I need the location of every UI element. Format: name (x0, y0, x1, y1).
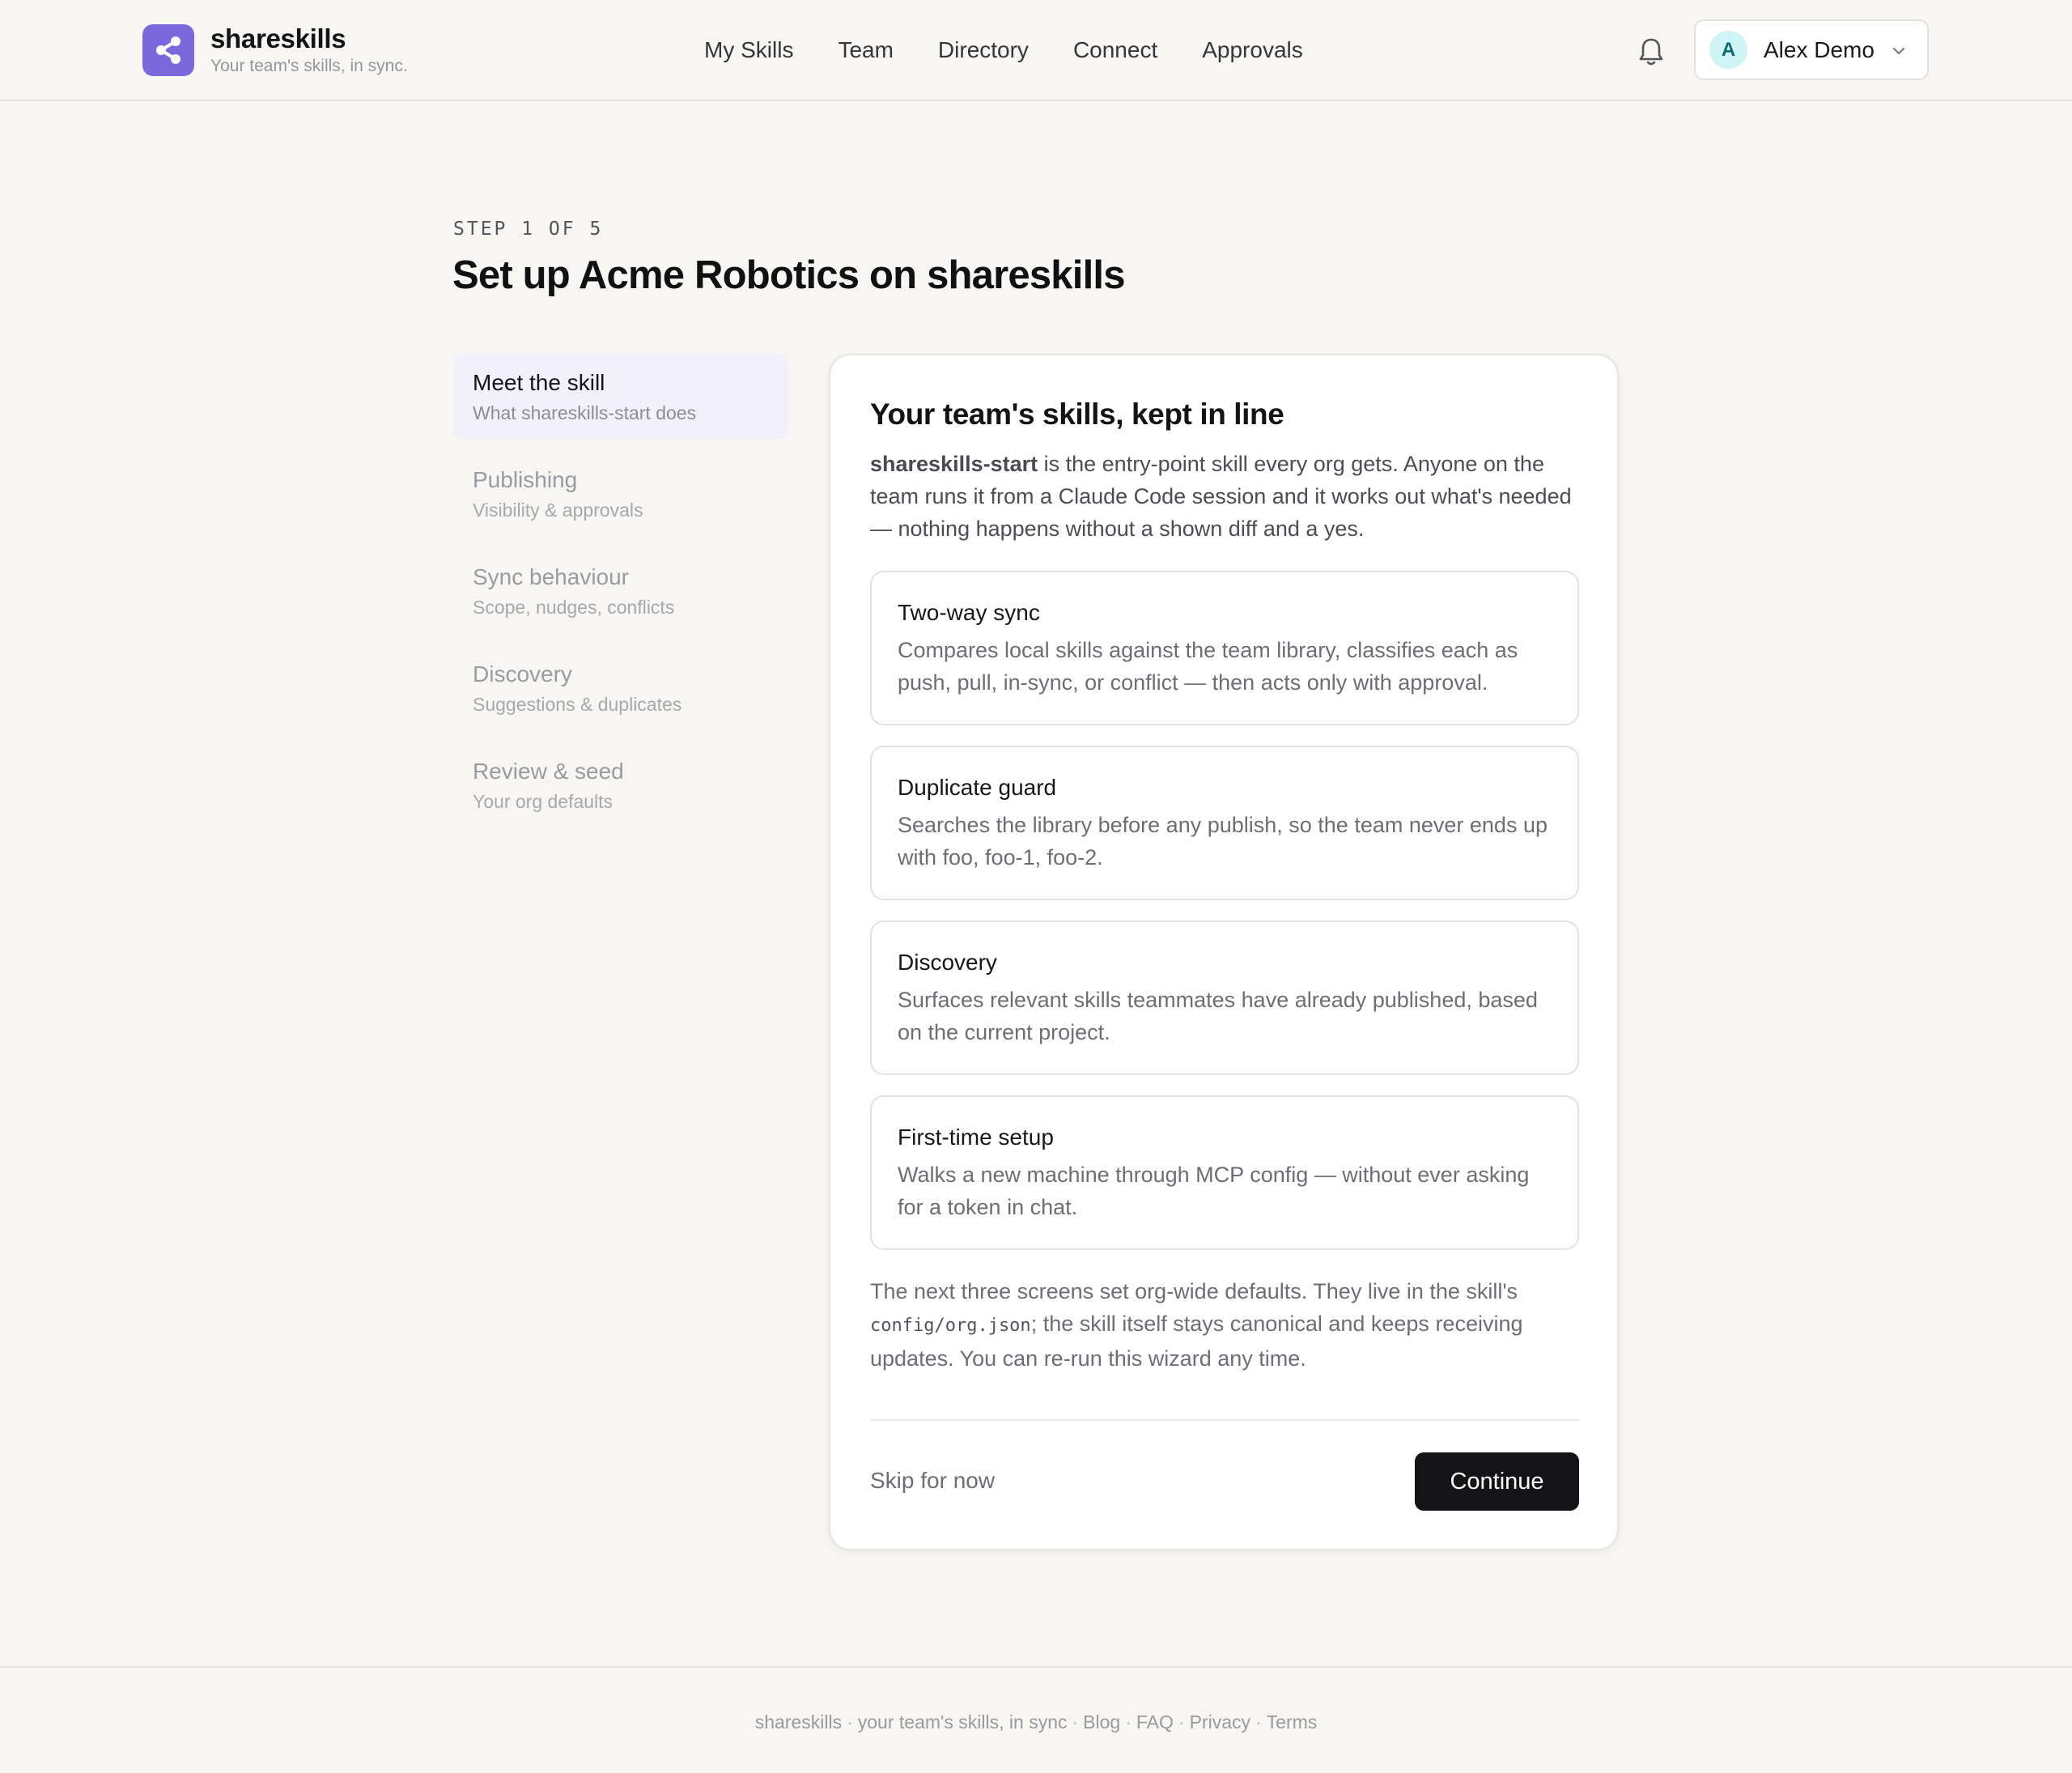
step-subtitle: Scope, nudges, conflicts (473, 597, 675, 618)
card-title: Your team's skills, kept in line (870, 398, 1284, 431)
main-nav: My Skills Team Directory Connect Approva… (704, 32, 1303, 68)
step-title: Review & seed (473, 759, 624, 784)
chevron-down-icon (1892, 47, 1905, 55)
continue-button[interactable]: Continue (1415, 1452, 1579, 1511)
feature-description: Searches the library before any publish,… (898, 813, 1548, 869)
feature-description: Walks a new machine through MCP config —… (898, 1163, 1530, 1219)
separator: · (1125, 1711, 1132, 1733)
skill-name: shareskills-start (870, 452, 1038, 476)
step-title: Meet the skill (473, 370, 605, 395)
avatar: A (1709, 31, 1747, 69)
feature-title: Two-way sync (898, 600, 1040, 625)
footer-link-faq[interactable]: FAQ (1136, 1711, 1174, 1733)
nav-approvals[interactable]: Approvals (1202, 32, 1303, 68)
config-path: config/org.json (870, 1316, 1031, 1336)
skip-link[interactable]: Skip for now (870, 1466, 995, 1495)
card-intro: shareskills-start is the entry-point ski… (870, 448, 1582, 545)
nav-team[interactable]: Team (838, 32, 893, 68)
bell-icon[interactable] (1637, 36, 1666, 68)
separator: · (847, 1711, 853, 1733)
brand-name: shareskills (210, 23, 346, 53)
step-subtitle: What shareskills-start does (473, 402, 697, 423)
footer-tagline: your team's skills, in sync (857, 1711, 1068, 1733)
wizard-card: Your team's skills, kept in line sharesk… (829, 354, 1619, 1550)
step-discovery[interactable]: Discovery Suggestions & duplicates (453, 645, 789, 731)
nav-my-skills[interactable]: My Skills (704, 32, 793, 68)
page-title: Set up Acme Robotics on shareskills (452, 253, 1125, 297)
footer-links: shareskills · your team's skills, in sync ·… (0, 1711, 2072, 1733)
feature-description: Surfaces relevant skills teammates have … (898, 988, 1538, 1044)
separator: · (1178, 1711, 1185, 1733)
step-meet-the-skill[interactable]: Meet the skill What shareskills-start do… (453, 354, 789, 440)
wizard-steps: Meet the skill What shareskills-start do… (453, 354, 789, 840)
footer-link-privacy[interactable]: Privacy (1190, 1711, 1250, 1733)
feature-card: Duplicate guard Searches the library bef… (870, 746, 1579, 900)
feature-description: Compares local skills against the team l… (898, 638, 1518, 695)
step-subtitle: Visibility & approvals (473, 500, 643, 521)
step-title: Publishing (473, 467, 578, 492)
step-review-and-seed[interactable]: Review & seed Your org defaults (453, 742, 789, 828)
nav-directory[interactable]: Directory (938, 32, 1029, 68)
step-publishing[interactable]: Publishing Visibility & approvals (453, 451, 789, 537)
feature-card: First-time setup Walks a new machine thr… (870, 1095, 1579, 1250)
step-title: Sync behaviour (473, 564, 630, 589)
separator: · (1255, 1711, 1262, 1733)
step-sync-behaviour[interactable]: Sync behaviour Scope, nudges, conflicts (453, 548, 789, 634)
footer-brand: shareskills (754, 1711, 843, 1733)
outro-text: The next three screens set org-wide defa… (870, 1279, 1518, 1303)
footer-link-blog[interactable]: Blog (1083, 1711, 1120, 1733)
top-navigation-bar: shareskills Your team's skills, in sync.… (0, 0, 2072, 101)
separator: · (1072, 1711, 1079, 1733)
step-indicator: STEP 1 OF 5 (453, 219, 604, 240)
feature-title: First-time setup (898, 1125, 1054, 1150)
divider (870, 1419, 1579, 1421)
step-subtitle: Suggestions & duplicates (473, 694, 682, 715)
footer: shareskills · your team's skills, in sync ·… (0, 1666, 2072, 1773)
feature-card: Two-way sync Compares local skills again… (870, 571, 1579, 725)
user-name: Alex Demo (1764, 36, 1875, 62)
brand-tagline: Your team's skills, in sync. (210, 57, 408, 75)
feature-title: Duplicate guard (898, 775, 1057, 800)
footer-link-terms[interactable]: Terms (1267, 1711, 1318, 1733)
share-icon (142, 24, 194, 76)
step-title: Discovery (473, 661, 572, 687)
card-outro: The next three screens set org-wide defa… (870, 1275, 1582, 1375)
feature-title: Discovery (898, 950, 997, 975)
nav-connect[interactable]: Connect (1073, 32, 1157, 68)
step-subtitle: Your org defaults (473, 791, 614, 812)
feature-card: Discovery Surfaces relevant skills teamm… (870, 921, 1579, 1075)
brand[interactable]: shareskills Your team's skills, in sync. (142, 23, 408, 77)
user-menu-button[interactable]: A Alex Demo (1694, 19, 1929, 80)
